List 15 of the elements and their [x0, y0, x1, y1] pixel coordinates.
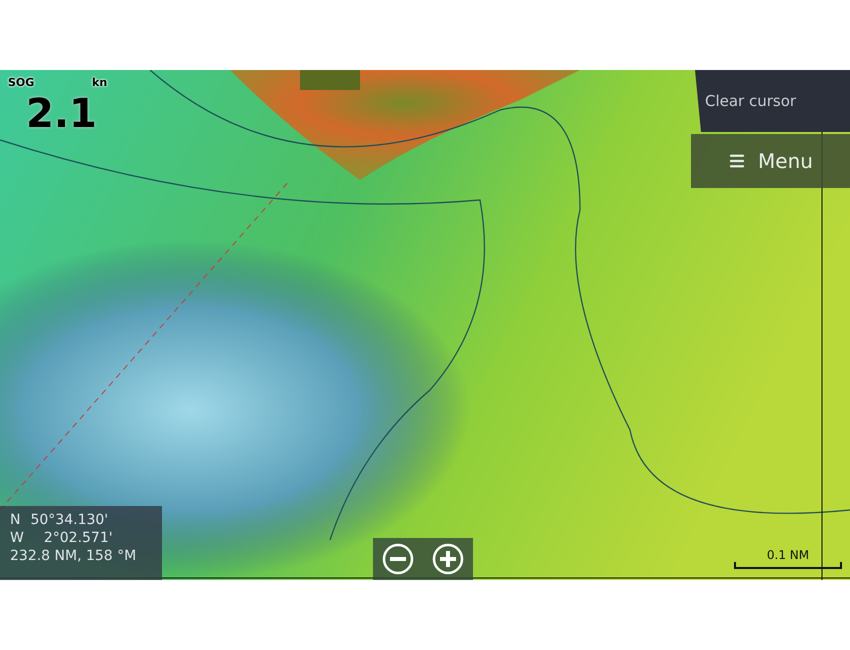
zoom-in-button[interactable]: [432, 543, 464, 575]
longitude: 2°02.571': [42, 530, 113, 546]
latitude: 50°34.130': [30, 512, 108, 528]
longitude-hemisphere: W: [10, 530, 24, 546]
speed-label: SOG: [8, 76, 34, 89]
speed-value: 2.1: [26, 94, 97, 134]
clear-cursor-button[interactable]: Clear cursor: [695, 70, 850, 132]
speed-unit: kn: [92, 76, 108, 89]
latitude-hemisphere: N: [10, 512, 20, 528]
menu-button[interactable]: Menu: [691, 134, 850, 188]
range-bearing: 232.8 NM, 158 °M: [10, 548, 138, 564]
zoom-out-button[interactable]: [382, 543, 414, 575]
scale-bar-icon: [734, 562, 842, 570]
menu-icon: [728, 152, 746, 170]
scale-label: 0.1 NM: [766, 548, 810, 562]
